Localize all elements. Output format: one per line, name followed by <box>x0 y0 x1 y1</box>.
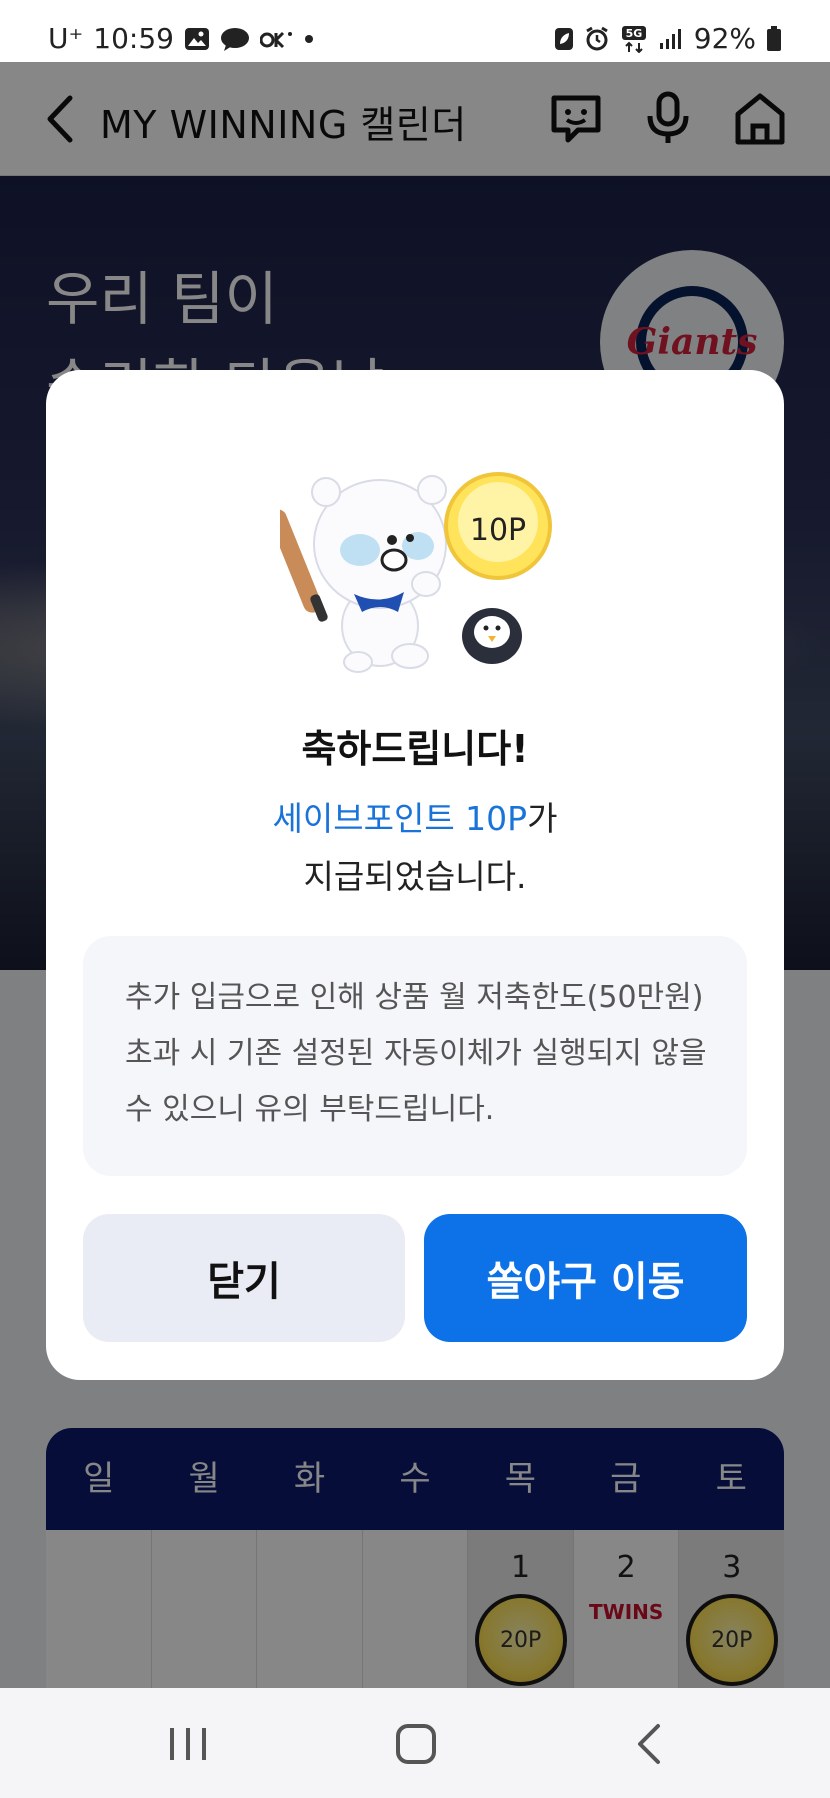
notice-text: 추가 입금으로 인해 상품 월 저축한도(50만원)초과 시 기존 설정된 자동… <box>125 980 707 1127</box>
svg-text:10P: 10P <box>470 513 526 548</box>
alarm-icon <box>585 26 608 50</box>
status-bar: U⁺ 10:59 5G 92% <box>0 0 830 62</box>
signal-icon <box>659 28 681 49</box>
gallery-icon <box>184 27 209 50</box>
talk-icon <box>220 27 249 51</box>
bear-mascot-illustration: 10P <box>280 472 552 673</box>
carrier-label: U⁺ <box>48 22 84 55</box>
dialog-message: 세이브포인트 10P가 지급되었습니다. <box>46 790 784 906</box>
5g-icon: 5G <box>621 25 646 53</box>
message-suffix: 가 <box>527 799 558 838</box>
notice-box: 추가 입금으로 인해 상품 월 저축한도(50만원)초과 시 기존 설정된 자동… <box>83 936 747 1176</box>
close-button[interactable]: 닫기 <box>83 1214 405 1342</box>
dialog-title: 축하드립니다! <box>301 727 529 771</box>
home-button-icon[interactable] <box>386 1716 446 1772</box>
system-navigation-bar <box>0 1688 830 1798</box>
svg-text:5G: 5G <box>625 27 642 40</box>
leaf-icon <box>554 27 573 50</box>
reward-dialog: 10P 축하드립니다! 세이브포인트 10P가 지급되었습니다. 추가 입금으로… <box>46 370 784 1380</box>
go-to-baseball-button[interactable]: 쏠야구 이동 <box>424 1214 747 1342</box>
clock: 10:59 <box>93 22 174 55</box>
ok-cashbag-icon <box>259 31 292 48</box>
recent-apps-icon[interactable] <box>158 1716 218 1772</box>
battery-icon <box>767 25 781 51</box>
points-highlight: 세이브포인트 10P <box>272 799 528 838</box>
battery-percent: 92% <box>693 22 756 55</box>
message-line-2: 지급되었습니다. <box>303 857 527 896</box>
back-button-icon[interactable] <box>620 1716 680 1772</box>
dot-icon <box>304 34 313 43</box>
